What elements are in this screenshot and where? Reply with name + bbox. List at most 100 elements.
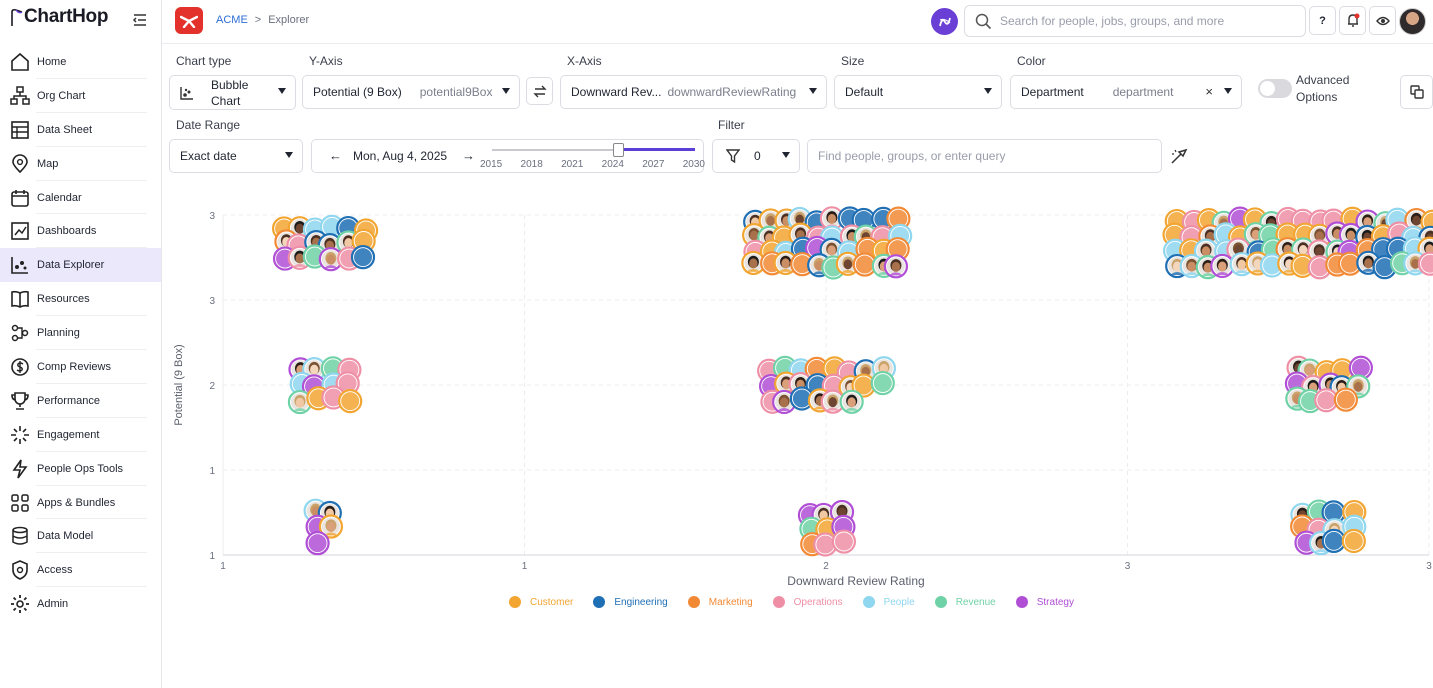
filter-query-field[interactable] (807, 139, 1162, 173)
avatar-face (1201, 246, 1211, 257)
next-date-icon[interactable]: → (462, 148, 475, 163)
x-tick-label: 1 (220, 561, 226, 572)
legend-item-engineering[interactable]: Engineering (593, 596, 668, 608)
bubble-cluster (287, 356, 363, 415)
sidebar-item-people-ops-tools[interactable]: People Ops Tools (0, 452, 161, 486)
sidebar-item-map[interactable]: Map (0, 147, 161, 181)
x-tick-label: 3 (1426, 561, 1432, 572)
avatar-face (326, 522, 336, 533)
avatar-face (891, 261, 901, 272)
x-axis-select[interactable]: Downward Rev... downwardReviewRating (560, 75, 827, 109)
avatar-face (1298, 244, 1308, 255)
size-select[interactable]: Default (834, 75, 1002, 109)
sidebar-item-engagement[interactable]: Engagement (0, 418, 161, 452)
map-pin-icon (10, 153, 30, 174)
help-button[interactable]: ? (1309, 6, 1336, 35)
sidebar-item-dashboards[interactable]: Dashboards (0, 214, 161, 249)
filter-count: 0 (754, 149, 761, 163)
ai-assistant-icon[interactable] (931, 8, 958, 35)
person-bubble (350, 245, 376, 270)
filter-select[interactable]: 0 (712, 139, 800, 173)
y-axis-select[interactable]: Potential (9 Box) potential9Box (302, 75, 520, 109)
sidebar-item-comp-reviews[interactable]: Comp Reviews (0, 350, 161, 384)
trophy-icon (10, 391, 30, 411)
date-mode-value: Exact date (180, 149, 237, 163)
breadcrumb-current: Explorer (268, 14, 310, 26)
legend-item-strategy[interactable]: Strategy (1015, 596, 1074, 608)
sidebar-item-label: Comp Reviews (37, 360, 111, 373)
dollar-icon (10, 357, 30, 377)
previous-date-icon[interactable]: ← (329, 148, 342, 163)
sidebar-item-org-chart[interactable]: Org Chart (0, 79, 161, 113)
sidebar-item-calendar[interactable]: Calendar (0, 181, 161, 215)
chart-type-label: Chart type (176, 54, 232, 68)
advanced-options-toggle[interactable] (1258, 79, 1292, 98)
charthop-logo[interactable]: ChartHop (10, 6, 108, 28)
filter-query-input[interactable] (818, 149, 1148, 163)
org-chart-icon (10, 86, 30, 106)
sidebar-item-label: Calendar (37, 191, 82, 204)
legend-item-marketing[interactable]: Marketing (687, 596, 753, 608)
color-select[interactable]: Department department × (1010, 75, 1242, 109)
sidebar-item-label: Map (37, 157, 59, 170)
sidebar-item-resources[interactable]: Resources (0, 282, 161, 317)
eye-icon (1375, 16, 1390, 25)
collapse-sidebar-icon[interactable] (132, 12, 150, 30)
legend-item-revenue[interactable]: Revenue (934, 596, 996, 608)
sidebar-item-home[interactable]: Home (0, 45, 161, 79)
legend-item-people[interactable]: People (862, 596, 915, 608)
bubble-cluster (757, 355, 897, 415)
bubble-fill (1317, 391, 1336, 410)
date-slider-fill (618, 148, 695, 151)
bubble-fill (1351, 358, 1370, 377)
shield-icon (10, 560, 30, 581)
sidebar-item-apps-bundles[interactable]: Apps & Bundles (0, 486, 161, 520)
legend-item-customer[interactable]: Customer (509, 596, 573, 608)
selected-date[interactable]: Mon, Aug 4, 2025 (353, 149, 447, 163)
bubble-fill (341, 392, 360, 411)
legend-item-operations[interactable]: Operations (772, 596, 843, 608)
person-bubble (883, 254, 909, 279)
date-mode-select[interactable]: Exact date (169, 139, 303, 173)
legend-label: People (883, 596, 915, 608)
query-builder-button[interactable] (1166, 142, 1192, 170)
swap-axes-button[interactable] (526, 77, 553, 105)
sidebar-item-data-explorer[interactable]: Data Explorer (0, 248, 161, 283)
bell-icon (1347, 13, 1359, 27)
bubble-cluster (1162, 206, 1433, 280)
clear-color-icon[interactable]: × (1205, 84, 1213, 99)
chart-type-select[interactable]: Bubble Chart (169, 75, 296, 110)
notifications-button[interactable] (1339, 6, 1366, 35)
help-label: ? (1319, 14, 1326, 27)
app-name: ChartHop (24, 6, 109, 27)
date-slider-handle[interactable] (613, 143, 624, 157)
sidebar-item-label: Resources (37, 293, 90, 306)
color-field: department (1112, 85, 1174, 99)
preview-button[interactable] (1369, 6, 1396, 35)
user-avatar[interactable] (1399, 8, 1426, 35)
date-slider[interactable] (492, 143, 695, 157)
y-tick-label: 1 (209, 551, 215, 562)
breadcrumb-separator: > (254, 14, 262, 26)
sidebar-item-performance[interactable]: Performance (0, 384, 161, 418)
sidebar-item-data-sheet[interactable]: Data Sheet (0, 113, 161, 147)
y-tick-label: 2 (209, 381, 215, 392)
legend-swatch (509, 596, 521, 608)
top-bar: ACME > Explorer ? (162, 0, 1433, 44)
sidebar-item-data-model[interactable]: Data Model (0, 519, 161, 554)
avatar-face (1346, 230, 1356, 241)
sidebar-item-label: People Ops Tools (37, 462, 124, 475)
x-tick-label: 2 (823, 561, 829, 572)
sidebar-item-label: Engagement (37, 428, 100, 441)
advanced-options-label: Advanced Options (1296, 73, 1350, 104)
avatar-face (1364, 258, 1373, 269)
global-search[interactable] (964, 5, 1306, 37)
sidebar-item-access[interactable]: Access (0, 553, 161, 588)
search-input[interactable] (1000, 14, 1290, 28)
breadcrumb-org-link[interactable]: ACME (216, 14, 248, 26)
x-tick-label: 1 (522, 561, 528, 572)
copy-chart-button[interactable] (1400, 75, 1433, 109)
org-logo-icon[interactable] (175, 7, 203, 34)
avatar-face (1218, 261, 1227, 272)
sidebar-item-planning[interactable]: Planning (0, 316, 161, 351)
